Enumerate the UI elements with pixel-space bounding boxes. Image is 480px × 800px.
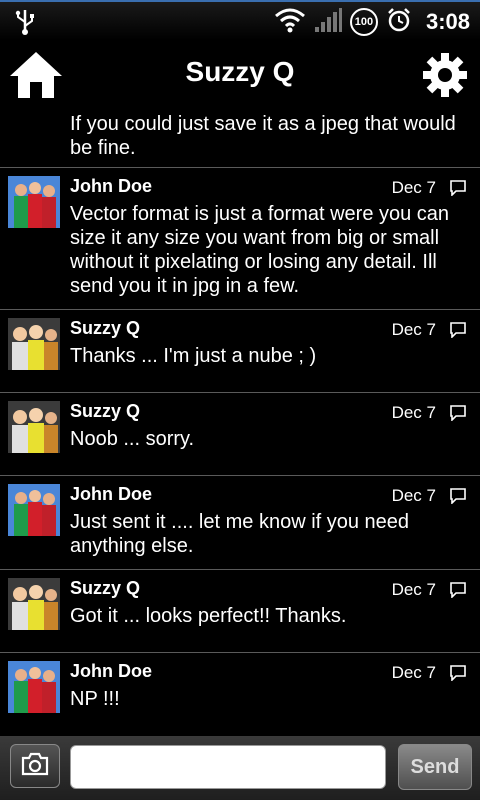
message-date: Dec 7: [391, 486, 436, 505]
status-bar: 100 3:08: [0, 0, 480, 40]
conversation-title: Suzzy Q: [185, 56, 295, 87]
message-sender: Suzzy Q: [70, 578, 141, 598]
message-date: Dec 7: [391, 178, 436, 197]
message-sender: John Doe: [70, 176, 153, 196]
camera-icon: [20, 752, 50, 781]
avatar: [8, 176, 60, 228]
camera-button[interactable]: [10, 744, 60, 788]
avatar: [8, 661, 60, 713]
message-item[interactable]: John Doe Dec 7 Vector format is just a f…: [0, 168, 480, 310]
status-time: 3:08: [425, 9, 470, 34]
title-bar: Suzzy Q: [0, 40, 480, 108]
avatar: [8, 401, 60, 453]
gear-icon[interactable]: [422, 52, 468, 98]
avatar: [8, 318, 60, 370]
message-input[interactable]: [70, 745, 386, 789]
avatar: [8, 484, 60, 536]
speech-bubble-icon: [450, 405, 466, 426]
speech-bubble-icon: [450, 488, 466, 509]
message-text: Just sent it .... let me know if you nee…: [70, 511, 410, 557]
message-sender: Suzzy Q: [70, 318, 141, 338]
battery-icon: 100: [349, 8, 378, 36]
alarm-icon: [386, 7, 412, 38]
message-date: Dec 7: [391, 403, 436, 422]
message-text: Got it ... looks perfect!! Thanks.: [70, 605, 347, 627]
avatar: [8, 578, 60, 630]
speech-bubble-icon: [450, 582, 466, 603]
message-date: Dec 7: [391, 580, 436, 599]
wifi-icon: [274, 7, 306, 38]
message-sender: John Doe: [70, 484, 153, 504]
usb-icon: [14, 8, 36, 41]
compose-bar: Send: [0, 736, 480, 800]
send-button[interactable]: Send: [398, 744, 472, 790]
message-text: If you could just save it as a jpeg that…: [70, 113, 456, 159]
message-item[interactable]: If you could just save it as a jpeg that…: [0, 108, 480, 168]
speech-bubble-icon: [450, 665, 466, 686]
message-item[interactable]: Suzzy Q Dec 7 Got it ... looks perfect!!…: [0, 570, 480, 653]
message-item[interactable]: John Doe Dec 7 Just sent it .... let me …: [0, 476, 480, 570]
message-sender: John Doe: [70, 661, 153, 681]
speech-bubble-icon: [450, 322, 466, 343]
speech-bubble-icon: [450, 180, 466, 201]
message-item[interactable]: Suzzy Q Dec 7 Noob ... sorry.: [0, 393, 480, 476]
message-sender: Suzzy Q: [70, 401, 141, 421]
message-text: Noob ... sorry.: [70, 428, 195, 450]
message-text: NP !!!: [70, 688, 120, 710]
message-text: Thanks ... I'm just a nube ; ): [70, 345, 317, 367]
message-text: Vector format is just a format were you …: [70, 203, 450, 297]
message-item[interactable]: Suzzy Q Dec 7 Thanks ... I'm just a nube…: [0, 310, 480, 393]
message-item[interactable]: John Doe Dec 7 NP !!!: [0, 653, 480, 736]
signal-icon: [314, 7, 342, 38]
message-date: Dec 7: [391, 320, 436, 339]
message-date: Dec 7: [391, 663, 436, 682]
